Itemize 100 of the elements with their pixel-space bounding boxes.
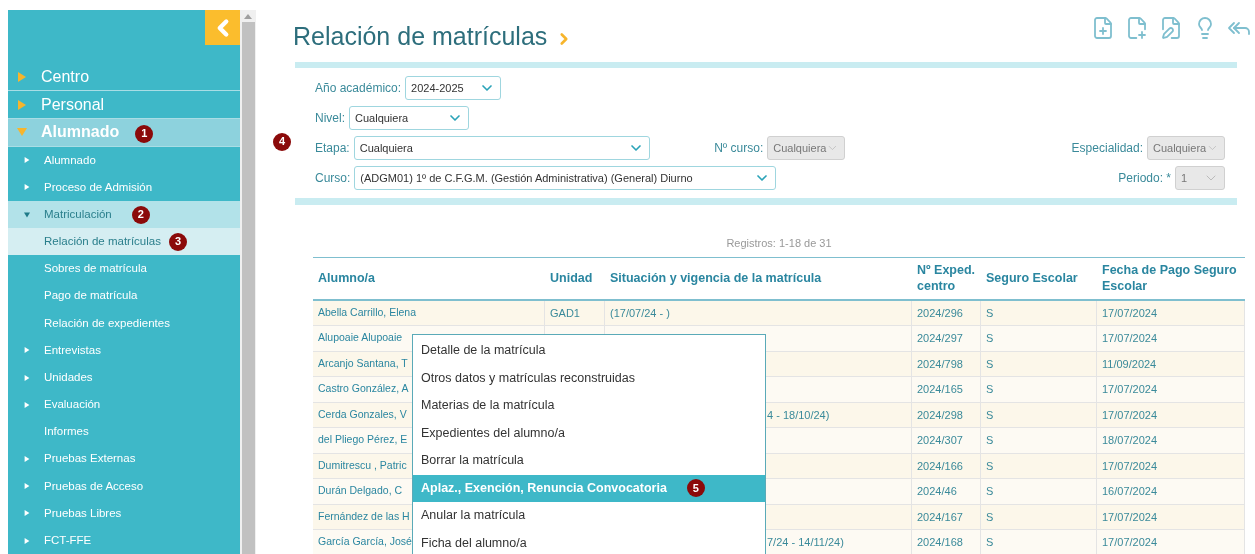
select-field[interactable]: 2024-2025 [405,76,502,100]
sidebar-item[interactable]: Proceso de Admisión [8,173,240,202]
sidebar-item[interactable]: Alumnado [8,146,240,174]
file-plus-icon[interactable] [1091,16,1115,40]
table-cell-text: S [986,356,994,372]
student-link[interactable]: Abella Carrillo, Elena [318,304,417,321]
table-cell-text: S [986,305,994,321]
student-link[interactable]: Castro González, A [318,381,409,398]
student-link[interactable]: Cerda Gonzales, V [318,406,407,423]
table-cell-text: S [986,433,994,448]
student-link[interactable]: Alupoaie Alupoaie [318,330,403,347]
menu-item[interactable]: Otros datos y matrículas reconstruidas [413,364,765,392]
scrollbar[interactable] [240,10,256,554]
field-label: Periodo: * [1118,170,1171,187]
triangle-right-icon [24,184,30,191]
menu-item[interactable]: Anular la matrícula [413,502,765,530]
select-field[interactable]: (ADGM01) 1º de C.F.G.M. (Gestión Administrativa) (General) Diurno [354,166,777,190]
sidebar-item[interactable]: Centro [8,63,240,92]
number-badge: 2 [131,205,150,224]
table-cell-text: 2024/167 [917,509,963,525]
number-badge: 1 [135,124,154,143]
student-link[interactable]: Dumitrescu , Patric [318,457,407,474]
triangle-right-icon [24,537,30,544]
sidebar-item[interactable]: Sobres de matrícula [8,255,240,283]
column-header: Seguro Escolar [985,270,1079,286]
menu-item[interactable]: Detalle de la matrícula [413,337,765,365]
column-header: Fecha de Pago Seguro Escolar [1101,262,1238,294]
column-header: Situación y vigencia de la matrícula [609,270,823,286]
field-label: Nº curso: [714,140,764,157]
sidebar-item[interactable]: Matriculación 2 [8,201,240,229]
sidebar-item[interactable]: Evaluación [8,391,240,419]
table-cell-text: S [986,407,994,423]
triangle-right-icon [24,483,30,490]
select-field[interactable]: Cualquiera [349,106,469,130]
table-cell-text: 2024/297 [917,331,963,346]
menu-item[interactable]: Materias de la matrícula [413,392,765,420]
triangle-right-icon [24,401,30,408]
sidebar-item[interactable]: Informes [8,418,240,446]
select-field[interactable]: Cualquiera [353,136,650,160]
table-cell-text: 16/07/2024 [1102,484,1158,499]
student-link[interactable]: Arcanjo Santana, T [318,355,408,372]
number-badge: 5 [686,479,705,498]
table-cell-text: 2024/168 [917,535,963,550]
table-cell-text: S [986,535,994,550]
sidebar-item[interactable]: Entrevistas [8,336,240,364]
triangle-right-icon [17,99,27,110]
student-link[interactable]: Durán Delgado, C [318,483,403,500]
sidebar-item[interactable]: Pruebas Libres [8,499,240,527]
table-cell-text: 11/09/2024 [1102,356,1157,372]
column-header: Alumno/a [317,270,376,286]
triangle-right-icon [24,347,30,354]
file-plus-icon[interactable] [1125,16,1149,40]
sidebar-item[interactable]: Alumnado 1 [8,119,240,147]
table-cell-text: 17/07/2024 [1102,458,1158,474]
column-header: Nº Exped. centro [916,262,977,294]
triangle-right-icon [24,157,30,164]
table-cell-text: 4 - 18/10/24) [767,407,830,423]
menu-item[interactable]: Aplaz., Exención, Renuncia Convocatoria 5 [413,474,765,502]
field-label: Etapa: [315,140,350,157]
table-cell-text: 2024/296 [917,305,963,321]
table-cell-text: 2024/798 [917,356,963,372]
table-cell-text: 2024/298 [917,407,963,423]
table-cell-text: 2024/165 [917,382,963,397]
sidebar-item[interactable]: Pruebas de Acceso [8,472,240,500]
menu-item[interactable]: Borrar la matrícula [413,447,765,475]
table-cell-text: S [986,331,994,346]
sidebar-item[interactable]: Pruebas Externas [8,445,240,473]
table-cell-text: S [986,382,994,397]
collapse-button[interactable] [205,10,240,45]
table-cell-text: 17/07/2024 [1102,509,1158,525]
table-cell-text: 2024/46 [917,484,957,499]
table-cell-text: 2024/166 [917,458,963,474]
field-label: Especialidad: [1071,140,1143,157]
number-badge: 4 [273,132,291,151]
table-cell-text: S [986,509,994,525]
records-count: Registros: 1-18 de 31 [725,236,833,251]
field-label: Año académico: [315,80,402,97]
table-cell-text: 17/07/2024 [1102,407,1158,423]
triangle-down-icon [24,211,30,218]
sidebar-item[interactable]: Unidades [8,364,240,392]
file-pen-icon[interactable] [1159,16,1183,40]
student-link[interactable]: del Pliego Pérez, E [318,432,408,449]
sidebar-item[interactable]: FCT-FFE [8,526,240,554]
menu-item[interactable]: Expedientes del alumno/a [413,419,765,447]
table-cell-text: (17/07/24 - ) [610,305,670,321]
table-cell-text: 17/07/2024 [1102,382,1158,397]
table-cell-text: 18/07/2024 [1102,433,1158,448]
sidebar-item[interactable]: Relación de matrículas 3 [8,228,240,256]
table-cell-text: 2024/307 [917,433,963,448]
sidebar-item[interactable]: Relación de expedientes [8,309,240,337]
student-link[interactable]: Fernández de las H [318,508,410,525]
table-cell-text: 17/07/2024 [1102,331,1158,346]
student-link[interactable]: García García, José [318,534,412,551]
menu-item[interactable]: Ficha del alumno/a [413,529,765,554]
triangle-down-icon [17,127,27,138]
table-cell-text: S [986,484,994,499]
field-label: Curso: [315,170,351,187]
sidebar-item[interactable]: Pago de matrícula [8,282,240,310]
scroll-up-icon[interactable] [244,13,252,19]
table-cell-text: 17/07/2024 [1102,535,1158,550]
